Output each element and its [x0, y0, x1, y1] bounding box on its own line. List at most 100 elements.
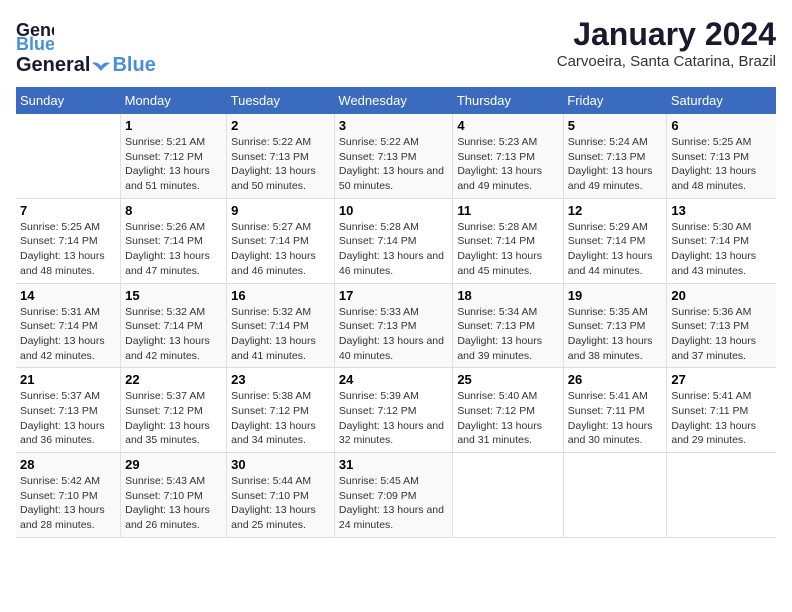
day-number: 12 [568, 203, 663, 218]
day-info: Sunrise: 5:38 AMSunset: 7:12 PMDaylight:… [231, 389, 330, 448]
day-cell: 15 Sunrise: 5:32 AMSunset: 7:14 PMDayligh… [121, 283, 227, 368]
day-number: 11 [457, 203, 558, 218]
week-row-4: 28 Sunrise: 5:42 AMSunset: 7:10 PMDayligh… [16, 453, 776, 538]
col-header-wednesday: Wednesday [334, 87, 452, 114]
logo-icon: General Blue [16, 16, 54, 54]
calendar-header-row: SundayMondayTuesdayWednesdayThursdayFrid… [16, 87, 776, 114]
day-info: Sunrise: 5:37 AMSunset: 7:13 PMDaylight:… [20, 389, 116, 448]
day-cell: 1 Sunrise: 5:21 AMSunset: 7:12 PMDaylight… [121, 114, 227, 198]
day-info: Sunrise: 5:28 AMSunset: 7:14 PMDaylight:… [339, 220, 448, 279]
day-info: Sunrise: 5:42 AMSunset: 7:10 PMDaylight:… [20, 474, 116, 533]
day-number: 23 [231, 372, 330, 387]
day-cell [453, 453, 563, 538]
day-cell: 4 Sunrise: 5:23 AMSunset: 7:13 PMDaylight… [453, 114, 563, 198]
day-number: 28 [20, 457, 116, 472]
day-cell: 10 Sunrise: 5:28 AMSunset: 7:14 PMDayligh… [334, 198, 452, 283]
page-header: General Blue General Blue January 2024 C… [16, 16, 776, 77]
day-number: 3 [339, 118, 448, 133]
day-cell: 23 Sunrise: 5:38 AMSunset: 7:12 PMDayligh… [227, 368, 335, 453]
day-info: Sunrise: 5:23 AMSunset: 7:13 PMDaylight:… [457, 135, 558, 194]
page-title: January 2024 [557, 16, 776, 53]
week-row-2: 14 Sunrise: 5:31 AMSunset: 7:14 PMDayligh… [16, 283, 776, 368]
day-info: Sunrise: 5:31 AMSunset: 7:14 PMDaylight:… [20, 305, 116, 364]
day-cell: 20Sunrise: 5:36 AMSunset: 7:13 PMDayligh… [667, 283, 776, 368]
week-row-1: 7 Sunrise: 5:25 AMSunset: 7:14 PMDaylight… [16, 198, 776, 283]
day-number: 30 [231, 457, 330, 472]
calendar-table: SundayMondayTuesdayWednesdayThursdayFrid… [16, 87, 776, 538]
day-number: 9 [231, 203, 330, 218]
day-cell: 18Sunrise: 5:34 AMSunset: 7:13 PMDayligh… [453, 283, 563, 368]
day-info: Sunrise: 5:45 AMSunset: 7:09 PMDaylight:… [339, 474, 448, 533]
day-info: Sunrise: 5:25 AMSunset: 7:13 PMDaylight:… [671, 135, 772, 194]
day-cell: 30Sunrise: 5:44 AMSunset: 7:10 PMDayligh… [227, 453, 335, 538]
day-info: Sunrise: 5:22 AMSunset: 7:13 PMDaylight:… [339, 135, 448, 194]
day-info: Sunrise: 5:41 AMSunset: 7:11 PMDaylight:… [671, 389, 772, 448]
day-info: Sunrise: 5:21 AMSunset: 7:12 PMDaylight:… [125, 135, 222, 194]
day-number: 17 [339, 288, 448, 303]
day-cell: 28 Sunrise: 5:42 AMSunset: 7:10 PMDayligh… [16, 453, 121, 538]
day-info: Sunrise: 5:40 AMSunset: 7:12 PMDaylight:… [457, 389, 558, 448]
logo: General Blue General Blue [16, 16, 156, 77]
day-info: Sunrise: 5:35 AMSunset: 7:13 PMDaylight:… [568, 305, 663, 364]
col-header-tuesday: Tuesday [227, 87, 335, 114]
day-cell: 22 Sunrise: 5:37 AMSunset: 7:12 PMDayligh… [121, 368, 227, 453]
day-number: 16 [231, 288, 330, 303]
day-cell: 29Sunrise: 5:43 AMSunset: 7:10 PMDayligh… [121, 453, 227, 538]
day-number: 2 [231, 118, 330, 133]
day-info: Sunrise: 5:27 AMSunset: 7:14 PMDaylight:… [231, 220, 330, 279]
day-number: 15 [125, 288, 222, 303]
day-cell: 26Sunrise: 5:41 AMSunset: 7:11 PMDayligh… [563, 368, 667, 453]
logo-general: General [16, 54, 90, 77]
logo-blue: Blue [112, 54, 155, 77]
day-cell: 14 Sunrise: 5:31 AMSunset: 7:14 PMDayligh… [16, 283, 121, 368]
day-info: Sunrise: 5:30 AMSunset: 7:14 PMDaylight:… [671, 220, 772, 279]
day-info: Sunrise: 5:24 AMSunset: 7:13 PMDaylight:… [568, 135, 663, 194]
col-header-sunday: Sunday [16, 87, 121, 114]
day-info: Sunrise: 5:26 AMSunset: 7:14 PMDaylight:… [125, 220, 222, 279]
day-cell: 31Sunrise: 5:45 AMSunset: 7:09 PMDayligh… [334, 453, 452, 538]
title-block: January 2024 Carvoeira, Santa Catarina, … [557, 16, 776, 70]
day-cell: 6Sunrise: 5:25 AMSunset: 7:13 PMDaylight… [667, 114, 776, 198]
day-info: Sunrise: 5:32 AMSunset: 7:14 PMDaylight:… [125, 305, 222, 364]
day-info: Sunrise: 5:43 AMSunset: 7:10 PMDaylight:… [125, 474, 222, 533]
day-number: 13 [671, 203, 772, 218]
day-number: 24 [339, 372, 448, 387]
day-info: Sunrise: 5:37 AMSunset: 7:12 PMDaylight:… [125, 389, 222, 448]
day-number: 22 [125, 372, 222, 387]
logo-bird-icon [91, 59, 111, 73]
col-header-saturday: Saturday [667, 87, 776, 114]
day-info: Sunrise: 5:29 AMSunset: 7:14 PMDaylight:… [568, 220, 663, 279]
week-row-3: 21 Sunrise: 5:37 AMSunset: 7:13 PMDayligh… [16, 368, 776, 453]
day-number: 19 [568, 288, 663, 303]
day-info: Sunrise: 5:25 AMSunset: 7:14 PMDaylight:… [20, 220, 116, 279]
day-number: 14 [20, 288, 116, 303]
page-subtitle: Carvoeira, Santa Catarina, Brazil [557, 53, 776, 70]
day-number: 1 [125, 118, 222, 133]
day-info: Sunrise: 5:33 AMSunset: 7:13 PMDaylight:… [339, 305, 448, 364]
day-cell: 16Sunrise: 5:32 AMSunset: 7:14 PMDayligh… [227, 283, 335, 368]
col-header-monday: Monday [121, 87, 227, 114]
day-cell: 2 Sunrise: 5:22 AMSunset: 7:13 PMDaylight… [227, 114, 335, 198]
day-cell: 3 Sunrise: 5:22 AMSunset: 7:13 PMDaylight… [334, 114, 452, 198]
day-cell: 25 Sunrise: 5:40 AMSunset: 7:12 PMDayligh… [453, 368, 563, 453]
day-cell: 27Sunrise: 5:41 AMSunset: 7:11 PMDayligh… [667, 368, 776, 453]
col-header-thursday: Thursday [453, 87, 563, 114]
day-number: 26 [568, 372, 663, 387]
day-cell: 17 Sunrise: 5:33 AMSunset: 7:13 PMDayligh… [334, 283, 452, 368]
day-cell: 9 Sunrise: 5:27 AMSunset: 7:14 PMDaylight… [227, 198, 335, 283]
day-cell: 11Sunrise: 5:28 AMSunset: 7:14 PMDayligh… [453, 198, 563, 283]
day-cell: 19 Sunrise: 5:35 AMSunset: 7:13 PMDayligh… [563, 283, 667, 368]
day-number: 8 [125, 203, 222, 218]
col-header-friday: Friday [563, 87, 667, 114]
day-number: 21 [20, 372, 116, 387]
day-number: 7 [20, 203, 116, 218]
day-number: 4 [457, 118, 558, 133]
day-number: 25 [457, 372, 558, 387]
day-cell: 21 Sunrise: 5:37 AMSunset: 7:13 PMDayligh… [16, 368, 121, 453]
day-info: Sunrise: 5:34 AMSunset: 7:13 PMDaylight:… [457, 305, 558, 364]
day-cell: 13 Sunrise: 5:30 AMSunset: 7:14 PMDayligh… [667, 198, 776, 283]
day-number: 10 [339, 203, 448, 218]
day-cell [563, 453, 667, 538]
day-info: Sunrise: 5:22 AMSunset: 7:13 PMDaylight:… [231, 135, 330, 194]
day-info: Sunrise: 5:39 AMSunset: 7:12 PMDaylight:… [339, 389, 448, 448]
